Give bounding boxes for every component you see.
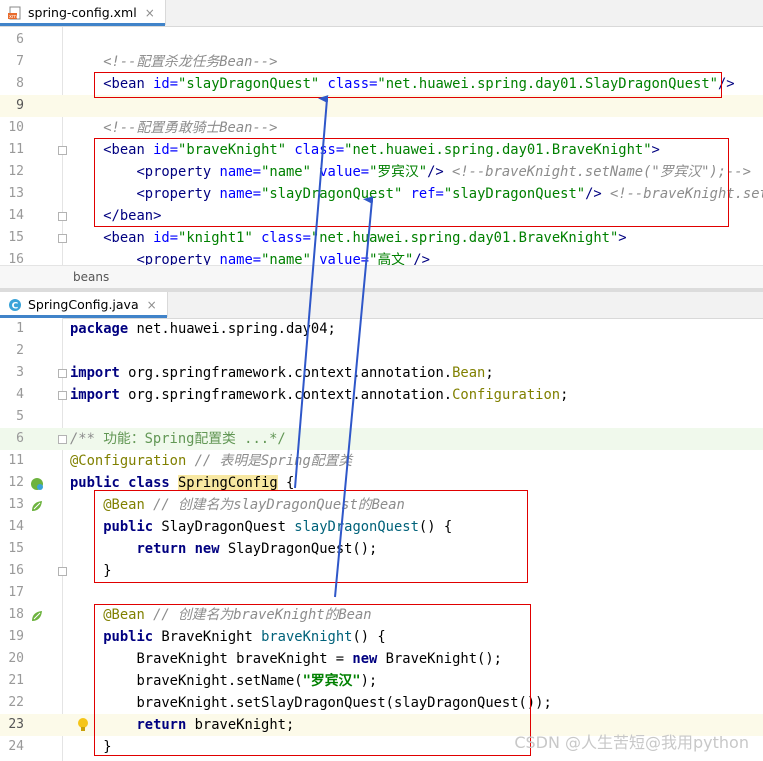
- mapping-arrows: [294, 95, 374, 598]
- arrow-slaydragonquest: [294, 95, 329, 489]
- watermark: CSDN @人生苦短@我用python: [514, 733, 749, 752]
- arrow-braveknight: [334, 196, 374, 598]
